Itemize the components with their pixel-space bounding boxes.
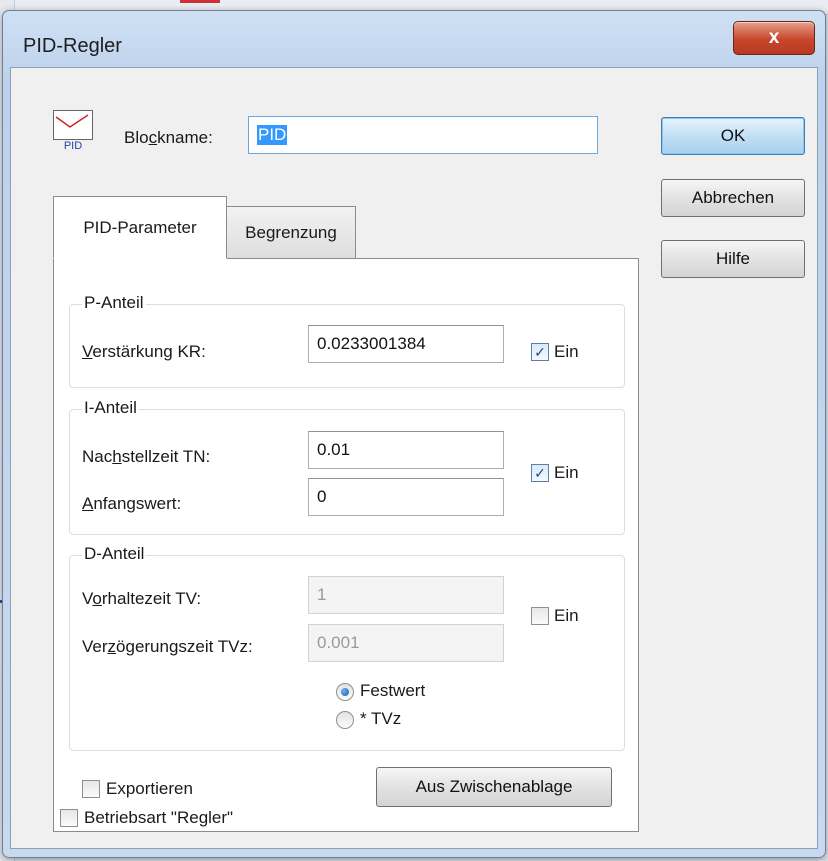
- initial-value-label: Anfangswert:: [82, 494, 182, 513]
- pid-parameter-panel: P-Anteil Verstärkung KR: 0.0233001384 ✓ …: [53, 258, 639, 832]
- radio-tvz-label: * TVz: [360, 709, 402, 728]
- gain-label: Verstärkung KR:: [82, 342, 206, 361]
- radio-tvz[interactable]: [336, 711, 354, 729]
- tab-pid-parameter[interactable]: PID-Parameter: [53, 196, 227, 259]
- reset-time-tn-input[interactable]: 0.01: [308, 431, 504, 469]
- p-enable-checkbox[interactable]: ✓: [531, 343, 549, 361]
- dialog-title: PID-Regler: [23, 35, 122, 57]
- i-enable-label: Ein: [554, 463, 579, 482]
- ok-button[interactable]: OK: [661, 117, 805, 155]
- close-button[interactable]: x: [733, 21, 815, 55]
- pid-icon-label: PID: [63, 140, 83, 152]
- operating-mode-label: Betriebsart "Regler": [84, 808, 234, 827]
- help-button[interactable]: Hilfe: [661, 240, 805, 278]
- check-icon: ✓: [534, 465, 546, 481]
- lead-time-tv-input[interactable]: 1: [308, 576, 504, 614]
- export-checkbox[interactable]: [82, 780, 100, 798]
- block-name-input[interactable]: PID: [248, 116, 598, 154]
- pid-curve-icon: [53, 110, 93, 140]
- block-name-value: PID: [257, 125, 288, 145]
- d-anteil-title: D-Anteil: [82, 544, 147, 564]
- delay-time-tvz-input[interactable]: 0.001: [308, 624, 504, 662]
- d-enable-checkbox[interactable]: [531, 607, 549, 625]
- pid-curve-graphic: [55, 114, 89, 128]
- block-name-label: Blockname:: [124, 128, 213, 147]
- pid-block-icon: PID: [53, 110, 93, 156]
- pid-dialog: PID-Regler x PID Blockname: PID OK Abbre…: [2, 10, 826, 858]
- radio-festwert[interactable]: [336, 683, 354, 701]
- check-icon: ✓: [534, 344, 546, 360]
- export-label: Exportieren: [106, 779, 193, 798]
- from-clipboard-button[interactable]: Aus Zwischenablage: [376, 767, 612, 807]
- radio-festwert-label: Festwert: [360, 681, 426, 700]
- d-enable-label: Ein: [554, 606, 579, 625]
- background-app-mark: [180, 0, 220, 3]
- i-anteil-title: I-Anteil: [82, 398, 139, 418]
- p-anteil-title: P-Anteil: [82, 293, 146, 313]
- operating-mode-checkbox[interactable]: [60, 809, 78, 827]
- reset-time-label: Nachstellzeit TN:: [82, 447, 211, 466]
- p-enable-label: Ein: [554, 342, 579, 361]
- i-enable-checkbox[interactable]: ✓: [531, 464, 549, 482]
- gain-kr-input[interactable]: 0.0233001384: [308, 325, 504, 363]
- close-icon: x: [768, 27, 780, 48]
- lead-time-label: Vorhaltezeit TV:: [82, 589, 202, 608]
- dialog-client-area: PID Blockname: PID OK Abbrechen Hilfe PI…: [10, 67, 818, 849]
- cancel-button[interactable]: Abbrechen: [661, 179, 805, 217]
- tab-begrenzung[interactable]: Begrenzung: [226, 206, 356, 259]
- delay-time-label: Verzögerungszeit TVz:: [82, 637, 253, 656]
- initial-value-input[interactable]: 0: [308, 478, 504, 516]
